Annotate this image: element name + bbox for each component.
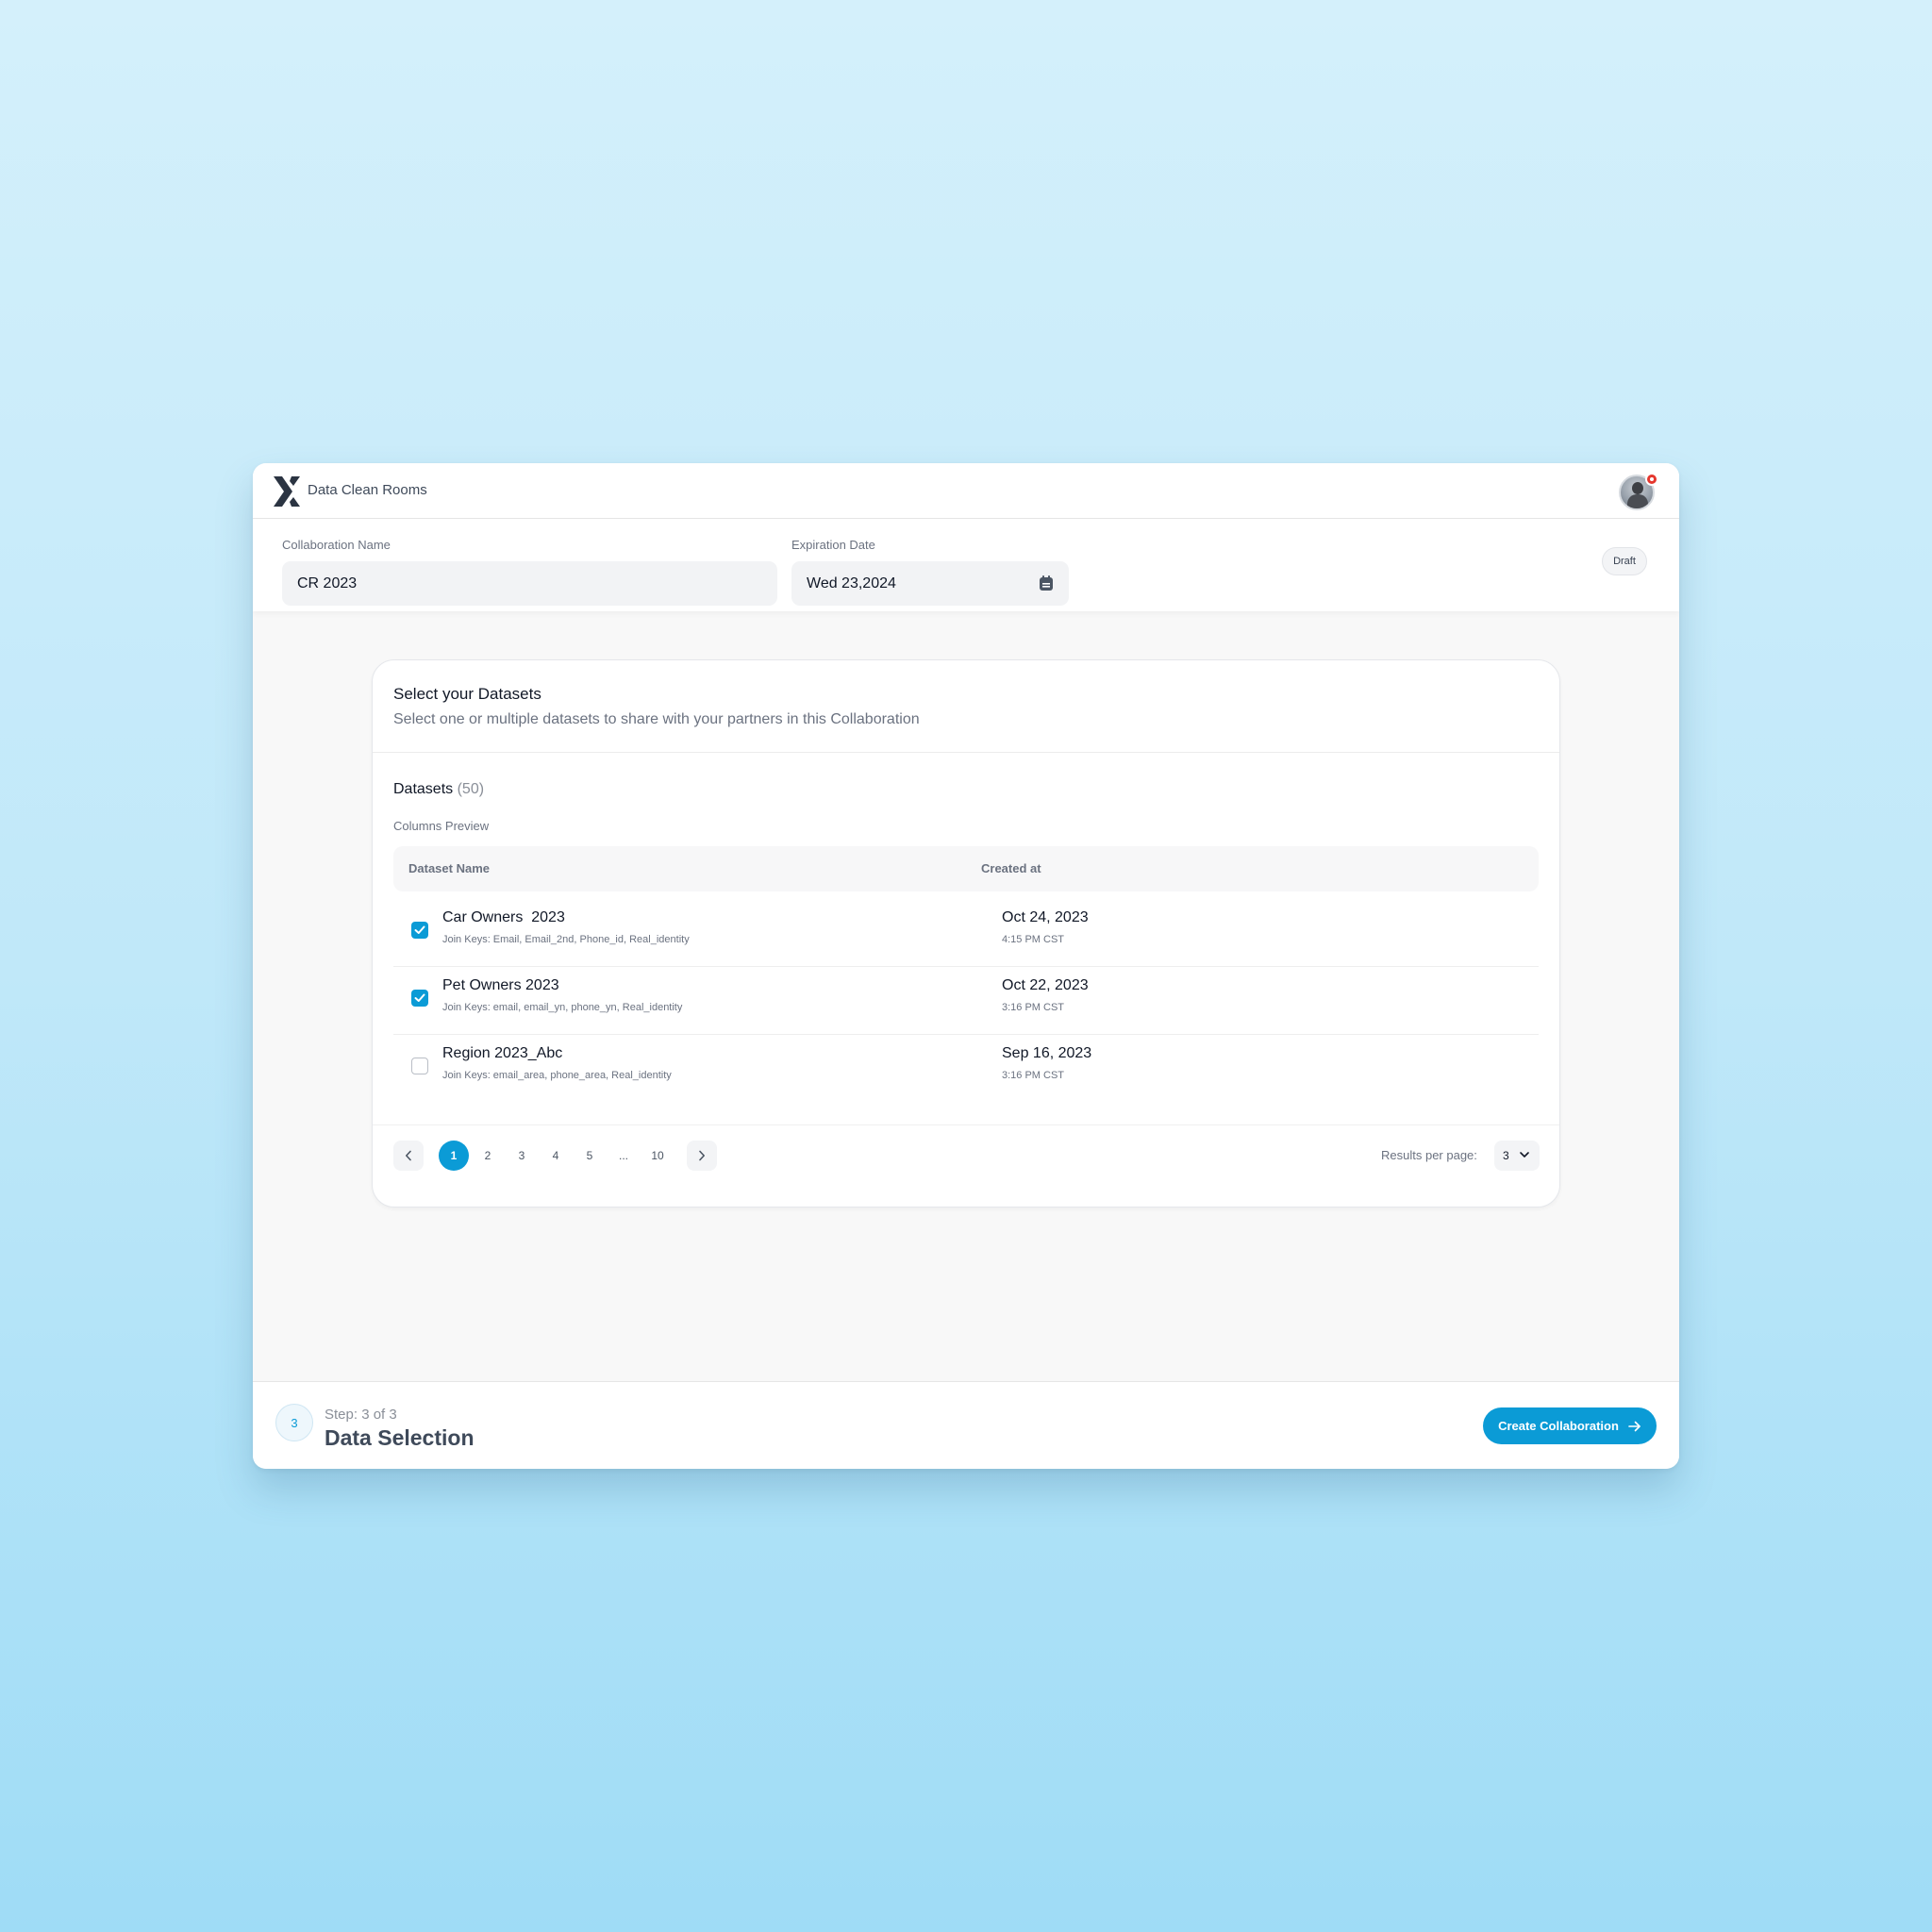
chevron-down-icon [1520, 1152, 1529, 1158]
app-window: Data Clean Rooms Collaboration Name CR 2… [253, 463, 1679, 1469]
create-collaboration-button[interactable]: Create Collaboration [1483, 1407, 1657, 1444]
avatar-body [1627, 494, 1648, 508]
datasets-count: (50) [457, 781, 485, 797]
create-collaboration-label: Create Collaboration [1498, 1419, 1619, 1433]
expiration-date-label: Expiration Date [791, 538, 875, 552]
page-button-10[interactable]: 10 [642, 1141, 673, 1171]
dataset-selection-card: Select your Datasets Select one or multi… [372, 659, 1560, 1208]
card-title: Select your Datasets [393, 685, 541, 703]
columns-preview-label: Columns Preview [393, 819, 490, 833]
table-row[interactable]: Car Owners 2023 Join Keys: Email, Email_… [393, 898, 1539, 966]
next-page-button[interactable] [687, 1141, 717, 1171]
dataset-name: Pet Owners 2023 [442, 977, 559, 993]
collaboration-name-label: Collaboration Name [282, 538, 391, 552]
dataset-checkbox[interactable] [411, 1058, 428, 1074]
divider [373, 1124, 1559, 1125]
created-date: Oct 22, 2023 [1002, 977, 1089, 993]
column-header-created-at: Created at [981, 861, 1041, 875]
notification-dot-icon[interactable] [1645, 473, 1658, 486]
wizard-footer: 3 Step: 3 of 3 Data Selection Create Col… [253, 1381, 1679, 1469]
page-button-1[interactable]: 1 [439, 1141, 469, 1171]
results-per-page-value: 3 [1503, 1149, 1509, 1162]
datasets-heading: Datasets (50) [393, 781, 484, 798]
collaboration-name-value: CR 2023 [297, 575, 358, 591]
page-button-5[interactable]: 5 [575, 1141, 605, 1171]
created-date: Sep 16, 2023 [1002, 1045, 1092, 1061]
calendar-icon[interactable] [1039, 575, 1054, 591]
arrow-right-icon [1628, 1421, 1641, 1431]
collaboration-name-input[interactable]: CR 2023 [282, 561, 777, 606]
status-badge: Draft [1602, 547, 1647, 575]
page-ellipsis: ... [618, 1149, 628, 1162]
created-time: 3:16 PM CST [1002, 1002, 1065, 1013]
join-keys: Join Keys: email_area, phone_area, Real_… [442, 1070, 672, 1081]
previous-page-button[interactable] [393, 1141, 424, 1171]
table-row[interactable]: Pet Owners 2023 Join Keys: email, email_… [393, 966, 1539, 1034]
page-button-4[interactable]: 4 [541, 1141, 571, 1171]
card-subtitle: Select one or multiple datasets to share… [393, 711, 920, 727]
dataset-checkbox[interactable] [411, 922, 428, 939]
join-keys: Join Keys: Email, Email_2nd, Phone_id, R… [442, 934, 690, 945]
page-button-2[interactable]: 2 [473, 1141, 503, 1171]
table-header: Dataset Name Created at [393, 846, 1539, 891]
step-title: Data Selection [325, 1425, 475, 1450]
results-per-page-select[interactable]: 3 [1494, 1141, 1540, 1171]
top-bar: Data Clean Rooms [253, 463, 1679, 519]
created-date: Oct 24, 2023 [1002, 909, 1089, 925]
logo-icon[interactable] [274, 476, 302, 507]
step-indicator: 3 [275, 1404, 313, 1441]
created-time: 4:15 PM CST [1002, 934, 1065, 945]
datasets-label: Datasets [393, 781, 454, 797]
created-time: 3:16 PM CST [1002, 1070, 1065, 1081]
dataset-name: Car Owners 2023 [442, 909, 565, 925]
collaboration-form: Collaboration Name CR 2023 Expiration Da… [253, 519, 1679, 611]
app-title: Data Clean Rooms [308, 482, 427, 498]
column-header-dataset-name: Dataset Name [408, 861, 490, 875]
expiration-date-value: Wed 23,2024 [807, 575, 896, 591]
table-row[interactable]: Region 2023_Abc Join Keys: email_area, p… [393, 1034, 1539, 1102]
check-icon [414, 993, 425, 1002]
chevron-right-icon [699, 1150, 705, 1161]
results-per-page-label: Results per page: [1381, 1148, 1477, 1162]
dataset-name: Region 2023_Abc [442, 1045, 563, 1061]
dataset-checkbox[interactable] [411, 990, 428, 1007]
expiration-date-input[interactable]: Wed 23,2024 [791, 561, 1069, 606]
join-keys: Join Keys: email, email_yn, phone_yn, Re… [442, 1002, 683, 1013]
divider [373, 752, 1559, 753]
page-button-3[interactable]: 3 [507, 1141, 537, 1171]
avatar-head [1632, 482, 1643, 494]
step-progress-text: Step: 3 of 3 [325, 1407, 397, 1423]
chevron-left-icon [405, 1150, 411, 1161]
check-icon [414, 925, 425, 934]
